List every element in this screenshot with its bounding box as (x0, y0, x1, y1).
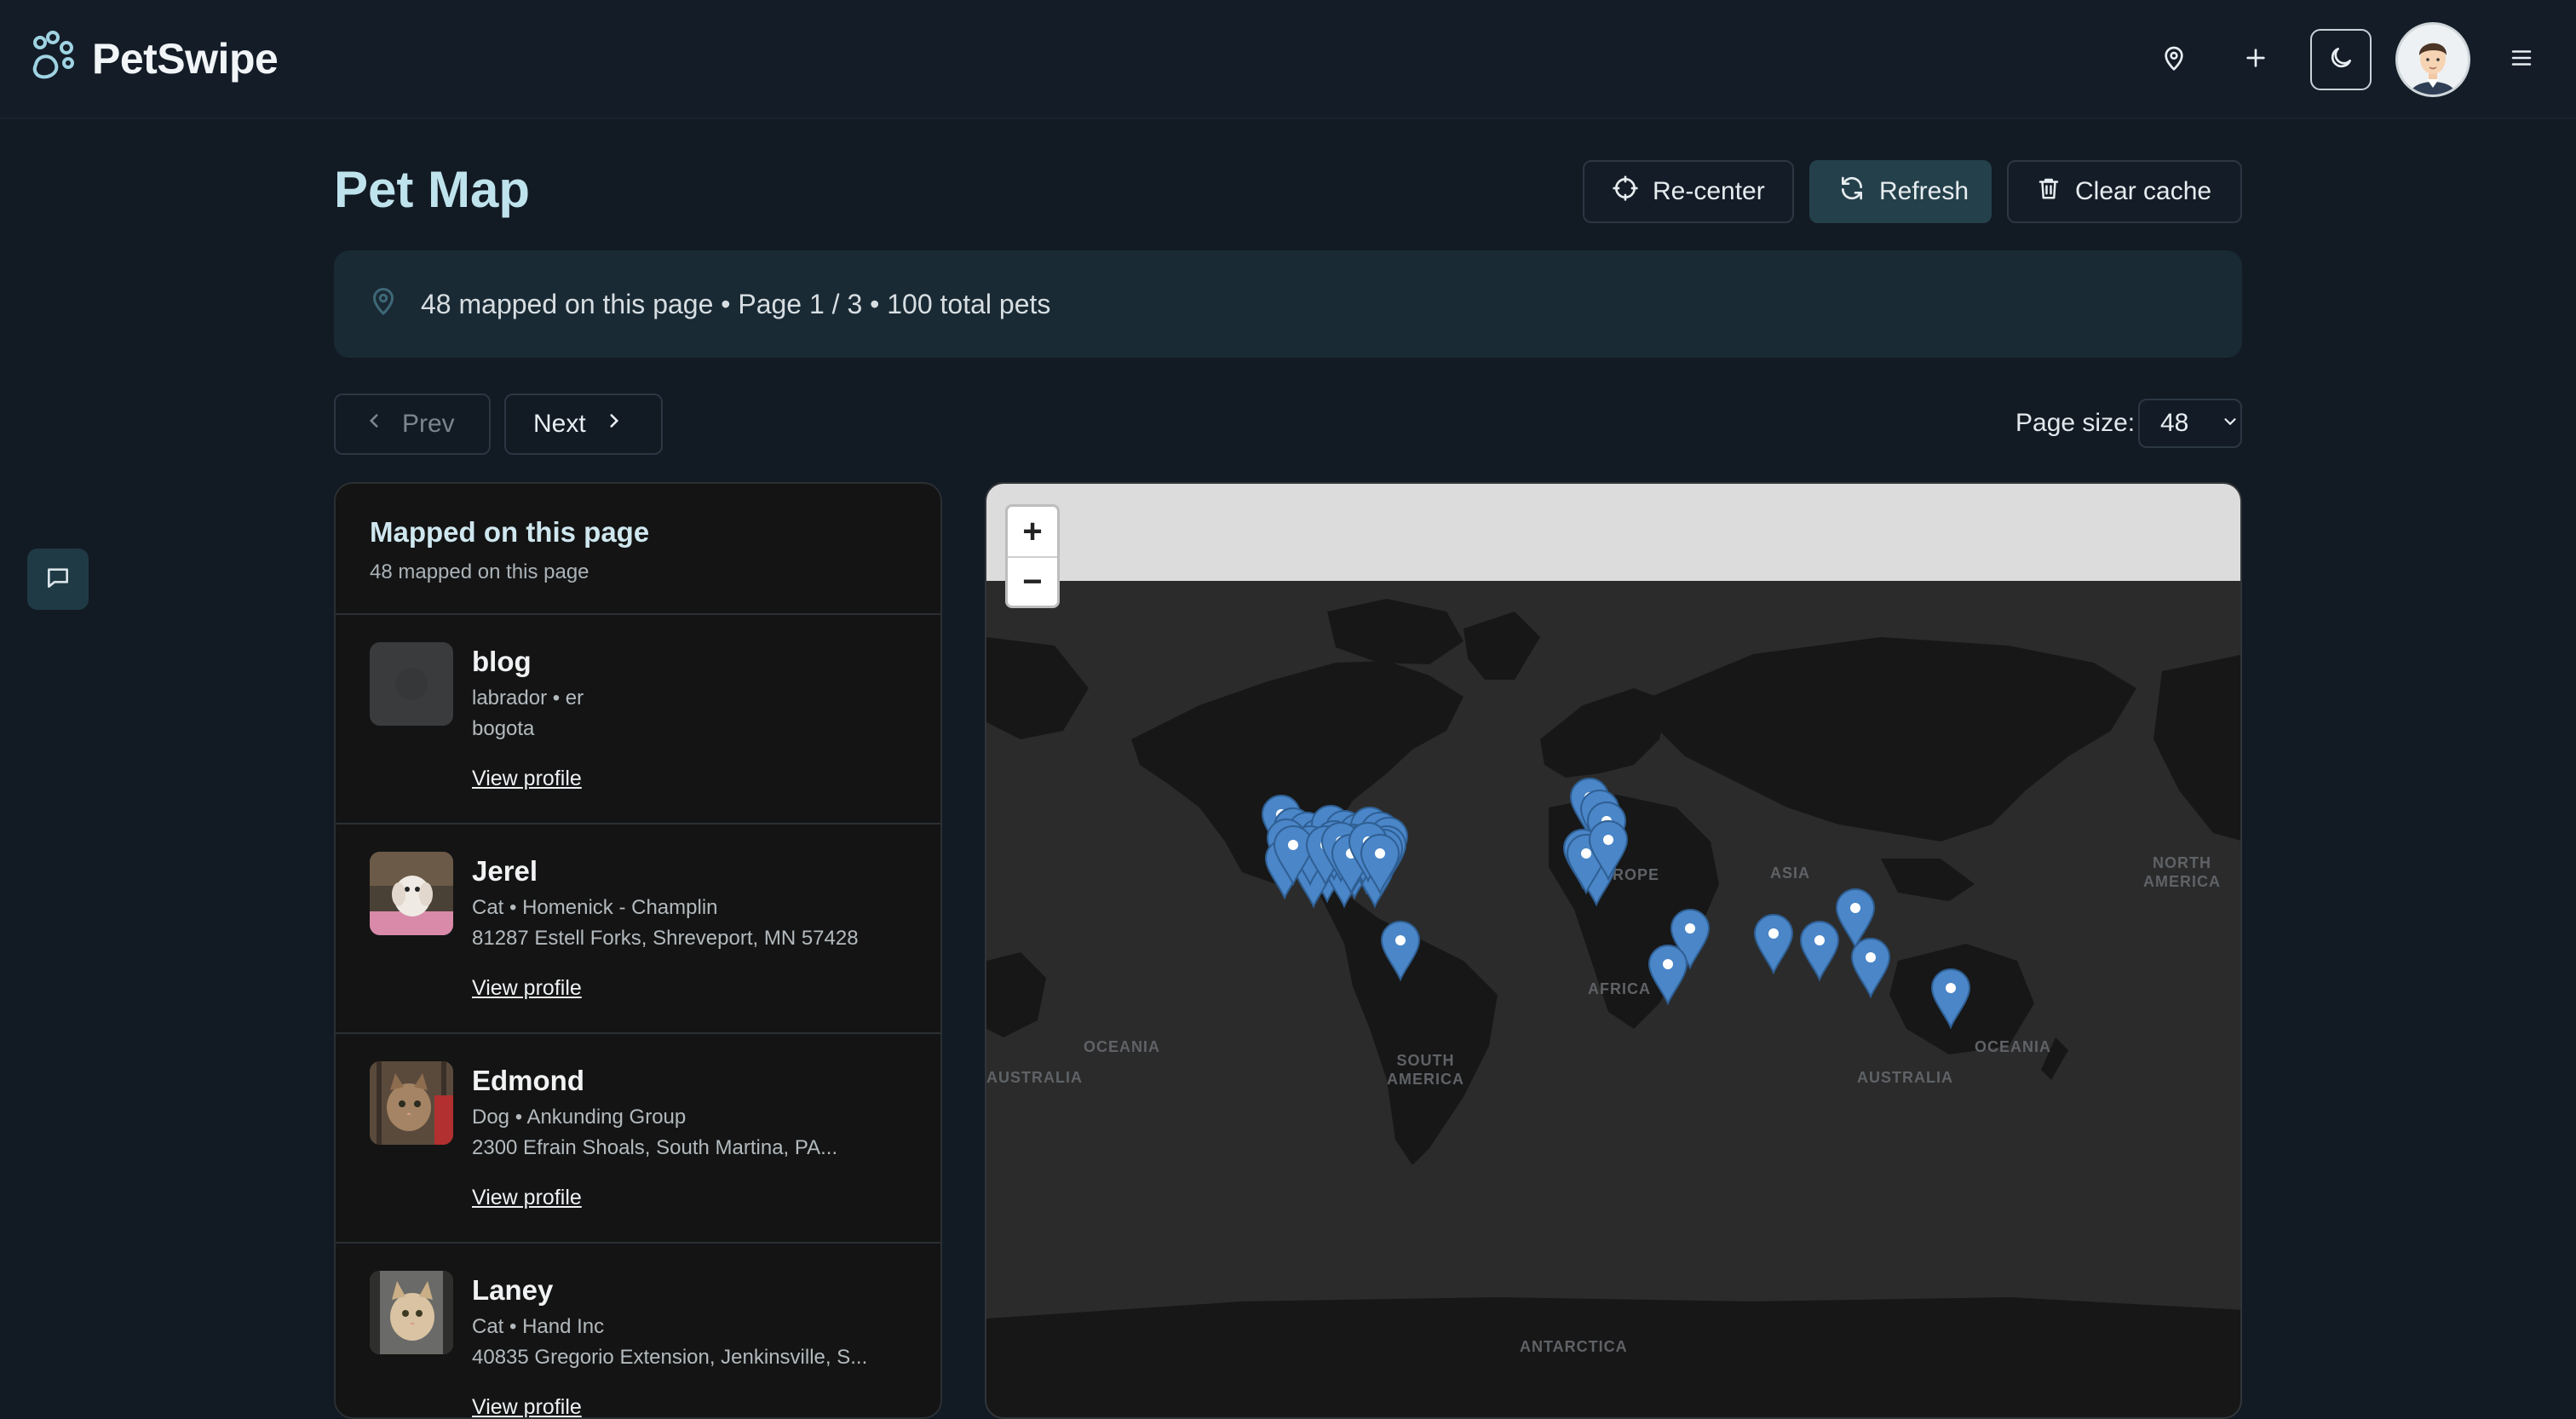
next-label: Next (533, 410, 586, 438)
view-profile-link[interactable]: View profile (472, 976, 582, 1001)
moon-icon (2327, 44, 2355, 76)
pet-map[interactable]: + − OCEANIA AUSTRALIA SOUTH AMERICA AFRI… (985, 482, 2242, 1419)
list-item[interactable]: Edmond Dog • Ankunding Group 2300 Efrain… (336, 1034, 940, 1244)
pet-address: 2300 Efrain Shoals, South Martina, PA... (472, 1136, 838, 1159)
clear-cache-button[interactable]: Clear cache (2007, 160, 2242, 223)
pet-location-marker[interactable] (1753, 914, 1794, 975)
app-name: PetSwipe (92, 34, 279, 83)
trash-icon (2036, 175, 2061, 208)
paw-logo-icon (27, 31, 78, 86)
pet-name: Laney (472, 1274, 554, 1306)
page-title: Pet Map (334, 161, 531, 218)
pet-meta: Cat • Homenick - Champlin (472, 896, 718, 919)
prev-label: Prev (402, 410, 455, 438)
pet-location-marker[interactable] (1850, 938, 1891, 999)
chevron-left-icon (363, 410, 385, 439)
view-profile-link[interactable]: View profile (472, 767, 582, 791)
pet-location-marker[interactable] (1647, 945, 1688, 1006)
top-navbar: PetSwipe (0, 0, 2576, 119)
refresh-button[interactable]: Refresh (1809, 160, 1992, 223)
crosshair-icon (1612, 175, 1639, 209)
pet-meta: labrador • er (472, 687, 584, 710)
pet-thumbnail-placeholder (370, 642, 453, 726)
add-pet-button[interactable] (2225, 29, 2286, 90)
theme-toggle-button[interactable] (2310, 29, 2372, 90)
pet-address: 40835 Gregorio Extension, Jenkinsville, … (472, 1346, 868, 1369)
user-avatar[interactable] (2395, 22, 2470, 97)
chat-bubble-icon (44, 564, 72, 595)
pet-photo (370, 1271, 453, 1354)
pet-location-marker[interactable] (1930, 968, 1971, 1030)
view-profile-link[interactable]: View profile (472, 1186, 582, 1210)
page-size-select[interactable]: 48 (2138, 399, 2242, 448)
view-profile-link[interactable]: View profile (472, 1395, 582, 1417)
mapped-pets-panel: Mapped on this page 48 mapped on this pa… (334, 482, 942, 1419)
prev-page-button[interactable]: Prev (334, 394, 491, 455)
list-item[interactable]: Laney Cat • Hand Inc 40835 Gregorio Exte… (336, 1244, 940, 1417)
brand[interactable]: PetSwipe (27, 31, 279, 86)
next-page-button[interactable]: Next (504, 394, 663, 455)
pet-name: Jerel (472, 855, 538, 887)
panel-header: Mapped on this page 48 mapped on this pa… (336, 484, 940, 615)
map-status-text: 48 mapped on this page • Page 1 / 3 • 10… (421, 288, 1051, 319)
pet-address: bogota (472, 717, 535, 740)
pet-address: 81287 Estell Forks, Shreveport, MN 57428 (472, 927, 859, 950)
page-size-label: Page size: (2015, 409, 2136, 437)
list-item[interactable]: blog labrador • er bogota View profile (336, 615, 940, 824)
map-pin-icon (2160, 44, 2188, 76)
refresh-icon (1838, 175, 1866, 209)
feedback-chat-button[interactable] (27, 549, 89, 610)
location-button[interactable] (2143, 29, 2205, 90)
map-pin-icon (368, 285, 399, 323)
panel-title: Mapped on this page (370, 516, 650, 548)
map-status-bar: 48 mapped on this page • Page 1 / 3 • 10… (334, 250, 2242, 358)
panel-subtitle: 48 mapped on this page (370, 560, 589, 583)
chevron-down-icon (2221, 409, 2240, 438)
clear-cache-label: Clear cache (2075, 177, 2212, 205)
pet-markers-layer (1261, 778, 1971, 1030)
hamburger-icon (2509, 45, 2534, 75)
recenter-button[interactable]: Re-center (1583, 160, 1794, 223)
pet-photo (370, 852, 453, 935)
pet-photo (370, 1061, 453, 1145)
pet-location-marker[interactable] (1380, 921, 1421, 982)
plus-icon (2242, 44, 2269, 76)
chevron-right-icon (603, 410, 625, 439)
pet-meta: Dog • Ankunding Group (472, 1106, 687, 1129)
menu-button[interactable] (2491, 29, 2552, 90)
list-item[interactable]: Jerel Cat • Homenick - Champlin 81287 Es… (336, 824, 940, 1034)
pet-meta: Cat • Hand Inc (472, 1315, 605, 1338)
pet-name: blog (472, 646, 532, 677)
recenter-label: Re-center (1653, 177, 1765, 205)
page-size-value: 48 (2160, 409, 2189, 437)
pet-name: Edmond (472, 1065, 584, 1096)
pet-location-marker[interactable] (1799, 921, 1840, 982)
refresh-label: Refresh (1879, 177, 1969, 205)
